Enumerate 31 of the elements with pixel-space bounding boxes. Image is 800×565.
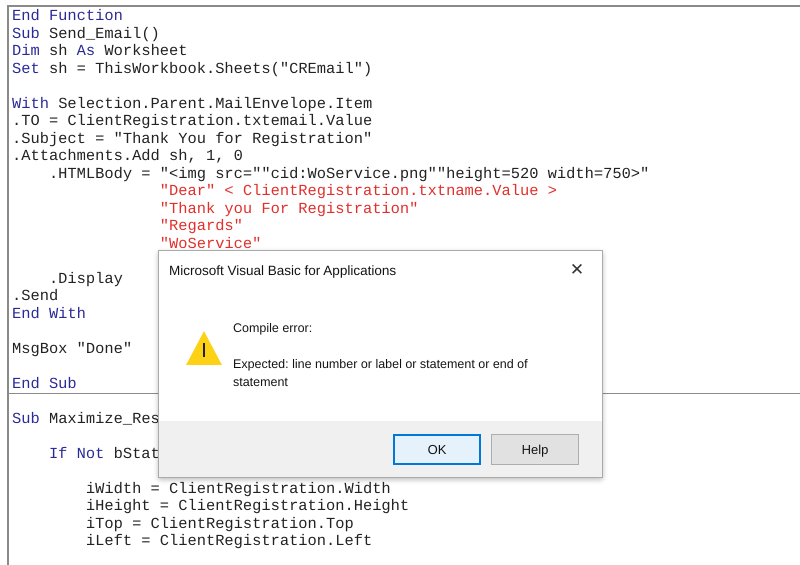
code-line: .HTMLBody = "<img src=""cid:WoService.png""height=520 width=750>"	[48, 166, 650, 183]
code-line: End Function	[11, 8, 123, 26]
code-line: "WoService"	[158, 236, 262, 253]
code-line: iTop = ClientRegistration.Top	[84, 516, 354, 533]
code-line: .Display	[48, 270, 123, 288]
error-heading: Compile error:	[233, 320, 314, 337]
code-line: .Subject = "Thank You for Registration"	[11, 130, 372, 148]
close-button[interactable]: ✕	[562, 255, 592, 285]
code-line: MsgBox "Done"	[11, 340, 132, 358]
code-line: Dim sh As Worksheet	[11, 43, 188, 60]
code-line: iHeight = ClientRegistration.Height	[84, 498, 410, 516]
dialog-button[interactable]: Help	[491, 434, 579, 464]
code-line: End With	[11, 306, 86, 323]
code-line: .TO = ClientRegistration.txtemail.Value	[11, 113, 372, 130]
code-line: If Not bStat	[48, 446, 160, 463]
code-line: .Attachments.Add sh, 1, 0	[11, 148, 243, 166]
warning-icon	[185, 330, 223, 366]
code-line: Sub Maximize_Res	[11, 410, 160, 428]
code-line: "Dear" < ClientRegistration.txtname.Value >	[158, 183, 557, 200]
code-line: "Thank you For Registration"	[158, 200, 418, 218]
error-message: Expected: line number or label or statement or end of statement	[233, 356, 529, 391]
code-line: "Regards"	[158, 218, 243, 236]
code-line: iWidth = ClientRegistration.Width	[84, 480, 391, 498]
code-line: .Send	[11, 288, 58, 306]
code-line: iLeft = ClientRegistration.Left	[84, 533, 372, 550]
code-line: With Selection.Parent.MailEnvelope.Item	[11, 96, 372, 113]
code-line: End Sub	[11, 376, 77, 393]
dialog-title: Microsoft Visual Basic for Applications	[169, 262, 396, 278]
dialog-button[interactable]: OK	[393, 434, 481, 464]
code-line: Set sh = ThisWorkbook.Sheets("CREmail")	[11, 60, 372, 78]
code-line: Sub Send_Email()	[11, 26, 160, 43]
